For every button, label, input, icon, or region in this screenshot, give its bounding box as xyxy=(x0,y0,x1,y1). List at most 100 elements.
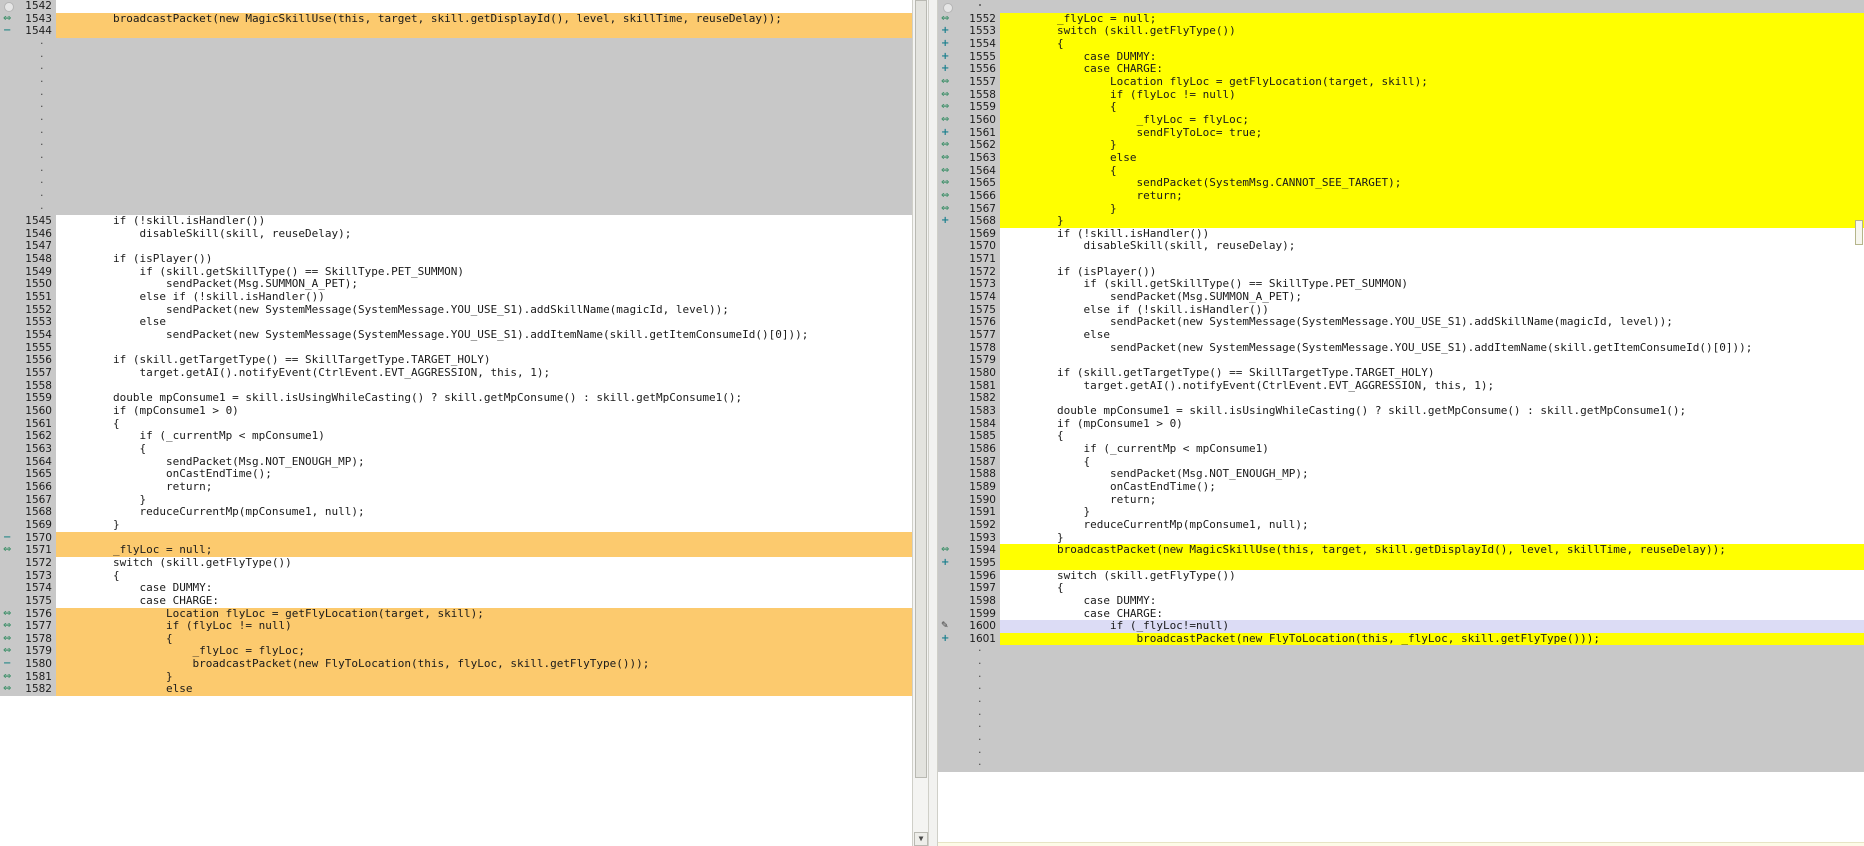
code-line-text[interactable]: return; xyxy=(56,480,928,494)
line-number-gutter[interactable]: 1573 xyxy=(938,278,1000,292)
line-number-gutter[interactable]: · xyxy=(0,139,56,152)
code-line-text[interactable] xyxy=(56,88,928,102)
code-line-text[interactable]: if (_currentMp < mpConsume1) xyxy=(1000,442,1864,456)
scroll-down-arrow-icon[interactable]: ▼ xyxy=(914,832,928,846)
code-line-text[interactable]: case DUMMY: xyxy=(1000,594,1864,608)
diff-line-row[interactable]: · xyxy=(0,189,928,203)
code-line-text[interactable]: { xyxy=(1000,164,1864,178)
code-line-text[interactable]: { xyxy=(56,569,928,583)
code-line-text[interactable]: } xyxy=(1000,202,1864,216)
diff-line-row[interactable]: · xyxy=(938,708,1864,722)
code-line-text[interactable]: sendPacket(Msg.NOT_ENOUGH_MP); xyxy=(1000,468,1864,481)
diff-line-row[interactable]: 1593 } xyxy=(938,531,1864,545)
line-number-gutter[interactable]: 1556 xyxy=(0,354,56,368)
line-number-gutter[interactable]: · xyxy=(0,101,56,114)
diff-line-row[interactable]: +1561 sendFlyToLoc= true; xyxy=(938,126,1864,140)
code-line-text[interactable]: _flyLoc = flyLoc; xyxy=(56,645,928,659)
line-number-gutter[interactable]: 1586 xyxy=(938,442,1000,456)
diff-line-row[interactable]: ⇔ 1582 else xyxy=(0,683,928,697)
line-number-gutter[interactable]: 1552 xyxy=(0,303,56,317)
diff-line-row[interactable]: 1573 if (skill.getSkillType() == SkillTy… xyxy=(938,278,1864,292)
right-scrollbar-thumb[interactable] xyxy=(1855,219,1863,246)
code-line-text[interactable]: if (skill.getTargetType() == SkillTarget… xyxy=(1000,367,1864,380)
code-line-text[interactable]: disableSkill(skill, reuseDelay); xyxy=(1000,240,1864,254)
diff-line-row[interactable]: · xyxy=(0,126,928,140)
line-number-gutter[interactable]: · xyxy=(938,645,1000,659)
left-vertical-scrollbar[interactable]: ▼ xyxy=(912,0,928,846)
line-number-gutter[interactable]: − 1580 xyxy=(0,658,56,671)
code-line-text[interactable]: { xyxy=(1000,37,1864,51)
diff-line-row[interactable]: 1585 { xyxy=(938,430,1864,443)
diff-line-row[interactable]: 1577 else xyxy=(938,329,1864,342)
diff-line-row[interactable]: ⇔ 1577 if (flyLoc != null) xyxy=(0,620,928,633)
line-number-gutter[interactable]: 1569 xyxy=(938,227,1000,241)
code-line-text[interactable]: if (flyLoc != null) xyxy=(56,620,928,633)
code-line-text[interactable]: sendPacket(new SystemMessage(SystemMessa… xyxy=(1000,316,1864,330)
diff-line-row[interactable]: − 1580 broadcastPacket(new FlyToLocation(… xyxy=(0,658,928,671)
line-number-gutter[interactable]: 1581 xyxy=(938,379,1000,393)
diff-line-row[interactable]: − 1570 xyxy=(0,531,928,545)
code-line-text[interactable]: return; xyxy=(1000,189,1864,203)
diff-line-row[interactable]: 1556 if (skill.getTargetType() == SkillT… xyxy=(0,354,928,368)
line-number-gutter[interactable]: · xyxy=(0,63,56,76)
line-number-gutter[interactable]: · xyxy=(0,202,56,216)
diff-line-row[interactable]: 1575 else if (!skill.isHandler()) xyxy=(938,303,1864,317)
line-number-gutter[interactable]: ⇔ 1578 xyxy=(0,632,56,646)
diff-line-row[interactable]: 1573 { xyxy=(0,569,928,583)
line-number-gutter[interactable]: ⇔ 1576 xyxy=(0,607,56,621)
diff-line-row[interactable]: · xyxy=(0,50,928,64)
code-line-text[interactable] xyxy=(56,25,928,38)
code-line-text[interactable]: } xyxy=(1000,531,1864,545)
diff-line-row[interactable]: · xyxy=(0,37,928,51)
line-number-gutter[interactable]: 1572 xyxy=(938,265,1000,279)
code-line-text[interactable]: } xyxy=(56,670,928,684)
diff-line-row[interactable]: +1555 case DUMMY: xyxy=(938,50,1864,64)
line-number-gutter[interactable]: · xyxy=(938,746,1000,760)
code-line-text[interactable]: sendFlyToLoc= true; xyxy=(1000,126,1864,140)
line-number-gutter[interactable]: · xyxy=(0,113,56,127)
code-line-text[interactable]: double mpConsume1 = skill.isUsingWhileCa… xyxy=(56,392,928,405)
diff-line-row[interactable]: · xyxy=(938,670,1864,684)
code-line-text[interactable]: double mpConsume1 = skill.isUsingWhileCa… xyxy=(1000,405,1864,418)
diff-line-row[interactable]: 1555 xyxy=(0,341,928,355)
diff-line-row[interactable]: 1542 xyxy=(0,0,928,13)
code-line-text[interactable] xyxy=(1000,658,1864,671)
line-number-gutter[interactable]: 1550 xyxy=(0,278,56,292)
diff-line-row[interactable]: 1545 if (!skill.isHandler()) xyxy=(0,215,928,228)
code-line-text[interactable]: else xyxy=(56,683,928,697)
code-line-text[interactable]: return; xyxy=(1000,493,1864,507)
code-line-text[interactable] xyxy=(1000,683,1864,697)
line-number-gutter[interactable]: +1568 xyxy=(938,215,1000,228)
code-line-text[interactable] xyxy=(1000,253,1864,266)
diff-line-row[interactable]: 1564 sendPacket(Msg.NOT_ENOUGH_MP); xyxy=(0,455,928,469)
line-number-gutter[interactable]: 1551 xyxy=(0,291,56,304)
code-line-text[interactable] xyxy=(56,164,928,178)
code-line-text[interactable] xyxy=(56,37,928,51)
line-number-gutter[interactable]: 1588 xyxy=(938,468,1000,481)
code-line-text[interactable]: case CHARGE: xyxy=(1000,63,1864,76)
diff-line-row[interactable]: 1583 double mpConsume1 = skill.isUsingWh… xyxy=(938,405,1864,418)
line-number-gutter[interactable]: · xyxy=(0,50,56,64)
code-line-text[interactable]: { xyxy=(56,417,928,431)
line-number-gutter[interactable]: 1576 xyxy=(938,316,1000,330)
diff-line-row[interactable]: 1578 sendPacket(new SystemMessage(System… xyxy=(938,341,1864,355)
line-number-gutter[interactable]: · xyxy=(938,683,1000,697)
code-line-text[interactable]: { xyxy=(1000,582,1864,595)
diff-line-row[interactable]: · xyxy=(0,177,928,190)
code-line-text[interactable]: sendPacket(Msg.NOT_ENOUGH_MP); xyxy=(56,455,928,469)
code-line-text[interactable]: target.getAI().notifyEvent(CtrlEvent.EVT… xyxy=(56,367,928,380)
line-number-gutter[interactable]: 1597 xyxy=(938,582,1000,595)
diff-line-row[interactable]: ⇔ 1560 _flyLoc = flyLoc; xyxy=(938,113,1864,127)
diff-line-row[interactable]: · xyxy=(938,695,1864,709)
code-line-text[interactable]: target.getAI().notifyEvent(CtrlEvent.EVT… xyxy=(1000,379,1864,393)
diff-line-row[interactable]: · xyxy=(0,151,928,165)
line-number-gutter[interactable]: ⇔ 1565 xyxy=(938,177,1000,190)
diff-line-row[interactable]: 1566 return; xyxy=(0,480,928,494)
line-number-gutter[interactable]: · xyxy=(0,37,56,51)
code-line-text[interactable]: } xyxy=(1000,139,1864,152)
code-line-text[interactable]: _flyLoc = null; xyxy=(56,544,928,557)
diff-line-row[interactable]: · xyxy=(0,63,928,76)
line-number-gutter[interactable]: − 1570 xyxy=(0,531,56,545)
diff-line-row[interactable]: 1562 if (_currentMp < mpConsume1) xyxy=(0,430,928,443)
code-line-text[interactable] xyxy=(1000,759,1864,773)
